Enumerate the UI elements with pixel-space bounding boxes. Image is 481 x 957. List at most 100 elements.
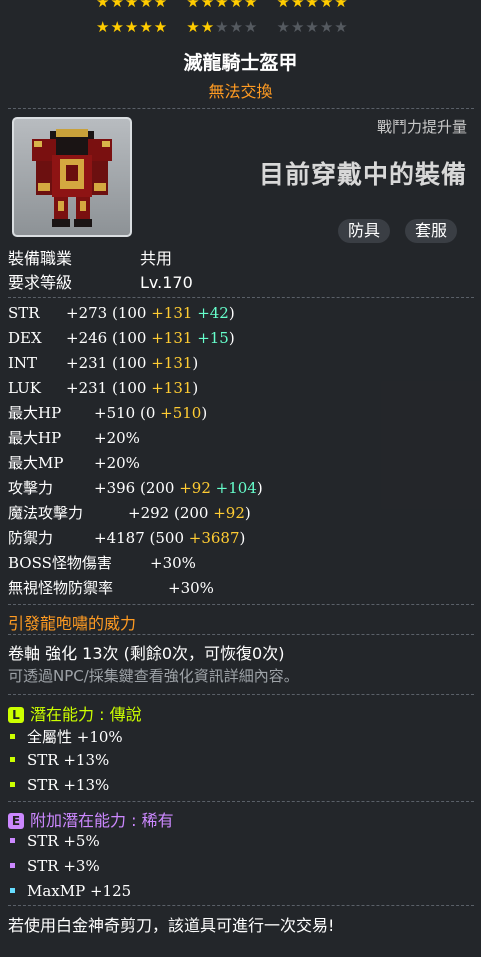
bullet-icon xyxy=(10,782,15,787)
stat-row: BOSS怪物傷害 +30% xyxy=(8,554,196,572)
star-group-empty: ★★★ xyxy=(215,18,259,36)
bonus-potential-header: E 附加潛在能力 : 稀有 xyxy=(8,807,174,831)
enhance-hint-text: 可透過NPC/採集鍵查看強化資訊詳細內容。 xyxy=(8,667,299,685)
stat-label: 無視怪物防禦率 xyxy=(8,579,114,597)
stat-close-paren: ) xyxy=(256,479,263,497)
stat-close-paren: ) xyxy=(228,304,235,322)
stat-value: +20% xyxy=(94,454,140,472)
job-label: 裝備職業 xyxy=(8,249,73,268)
stat-label: 攻擊力 xyxy=(8,479,54,497)
stat-row: 魔法攻擊力 +292 (200 +92) xyxy=(8,504,251,522)
stat-label: 最大HP xyxy=(8,404,62,422)
job-value: 共用 xyxy=(140,249,173,268)
stat-label: DEX xyxy=(8,329,42,347)
set-effect-text: 引發龍咆嘯的威力 xyxy=(8,614,137,633)
stat-row: 最大MP +20% xyxy=(8,454,140,472)
stat-label: LUK xyxy=(8,379,41,397)
star-group: ★★★★★ xyxy=(276,0,349,11)
stat-value: +30% xyxy=(150,554,196,572)
potential-line: STR +13% xyxy=(10,776,109,794)
stat-value: +231 (100 xyxy=(66,354,152,372)
stat-row: 攻擊力 +396 (200 +92 +104) xyxy=(8,479,263,497)
star-group: ★★★★★ xyxy=(96,0,169,11)
divider xyxy=(8,801,474,802)
stat-row: LUK +231 (100 +131) xyxy=(8,379,198,397)
stat-bonus-enhance: +42 xyxy=(192,304,229,322)
bonus-potential-line: STR +3% xyxy=(10,857,100,875)
trade-status: 無法交換 xyxy=(208,82,273,101)
stat-close-paren: ) xyxy=(192,354,199,372)
stat-label: BOSS怪物傷害 xyxy=(8,554,112,572)
star-group: ★★★★★ xyxy=(186,0,259,11)
stat-value: +510 (0 xyxy=(94,404,161,422)
category-tag-set: 套服 xyxy=(405,219,458,243)
item-name: 滅龍騎士盔甲 xyxy=(183,52,298,74)
divider xyxy=(8,694,474,695)
level-label: 要求等級 xyxy=(8,273,73,292)
bullet-icon xyxy=(10,757,15,762)
stat-close-paren: ) xyxy=(228,329,235,347)
combat-power-label: 戰鬥力提升量 xyxy=(376,118,467,136)
armor-icon xyxy=(32,129,112,227)
item-tooltip: ★★★★★ ★★★★★ ★★★★★ ★★★★★ ★★★★★ ★★★★★ 滅龍騎士盔甲 無… xyxy=(0,0,481,957)
stat-row: 無視怪物防禦率 +30% xyxy=(8,579,214,597)
divider xyxy=(8,634,474,635)
stat-row: 最大HP +510 (0 +510) xyxy=(8,404,207,422)
stat-row: DEX +246 (100 +131 +15) xyxy=(8,329,235,347)
stat-bonus-enhance: +15 xyxy=(192,329,229,347)
stat-value: +273 (100 xyxy=(66,304,152,322)
stat-bonus-flame: +92 xyxy=(213,504,245,522)
bullet-icon xyxy=(10,863,15,868)
divider xyxy=(8,108,474,109)
category-tag-armor: 防具 xyxy=(338,219,391,243)
stat-bonus-flame: +131 xyxy=(151,304,193,322)
stat-bonus-enhance: +104 xyxy=(210,479,257,497)
potential-line: STR +13% xyxy=(10,751,109,769)
stat-bonus-flame: +131 xyxy=(151,354,193,372)
legendary-grade-icon: L xyxy=(8,707,24,723)
stat-label: 防禦力 xyxy=(8,529,54,547)
stat-label: STR xyxy=(8,304,40,322)
divider xyxy=(8,905,474,906)
stat-value: +30% xyxy=(168,579,214,597)
stat-label: INT xyxy=(8,354,38,372)
currently-equipped-label: 目前穿戴中的裝備 xyxy=(258,160,467,189)
stat-bonus-flame: +510 xyxy=(160,404,202,422)
star-group-empty: ★★★★★ xyxy=(276,18,349,36)
stat-value: +246 (100 xyxy=(66,329,152,347)
item-icon-frame xyxy=(12,117,132,237)
star-group: ★★★★★ xyxy=(96,18,169,36)
bullet-icon xyxy=(10,888,15,893)
scroll-enhance-text: 卷軸 強化 13次 (剩餘0次，可恢復0次) xyxy=(8,644,285,663)
star-group-filled: ★★ xyxy=(186,18,216,36)
divider xyxy=(8,297,474,298)
stat-close-paren: ) xyxy=(192,379,199,397)
bonus-potential-line: STR +5% xyxy=(10,832,100,850)
stat-row: 最大HP +20% xyxy=(8,429,140,447)
star-force-row-1: ★★★★★ ★★★★★ ★★★★★ xyxy=(96,0,367,10)
stat-label: 魔法攻擊力 xyxy=(8,504,84,522)
stat-bonus-flame: +131 xyxy=(151,379,193,397)
level-value: Lv.170 xyxy=(140,273,193,292)
stat-bonus-flame: +131 xyxy=(151,329,193,347)
bullet-icon xyxy=(10,838,15,843)
stat-value: +20% xyxy=(94,429,140,447)
stat-value: +292 (200 xyxy=(128,504,214,522)
divider xyxy=(8,604,474,605)
stat-label: 最大HP xyxy=(8,429,62,447)
stat-close-paren: ) xyxy=(201,404,208,422)
stat-bonus-flame: +3687 xyxy=(188,529,240,547)
stat-close-paren: ) xyxy=(244,504,251,522)
potential-title: 潛在能力 : 傳說 xyxy=(30,705,142,724)
platinum-scissors-note: 若使用白金神奇剪刀，該道具可進行一次交易! xyxy=(8,916,335,935)
potential-line: 全屬性 +10% xyxy=(10,726,123,747)
stat-close-paren: ) xyxy=(239,529,246,547)
potential-header: L 潛在能力 : 傳說 xyxy=(8,701,142,725)
bullet-icon xyxy=(10,734,15,739)
stat-label: 最大MP xyxy=(8,454,64,472)
stat-row: STR +273 (100 +131 +42) xyxy=(8,304,235,322)
stat-row: 防禦力 +4187 (500 +3687) xyxy=(8,529,245,547)
stat-value: +4187 (500 xyxy=(94,529,189,547)
job-row: 裝備職業 共用 xyxy=(8,245,172,269)
star-force-row-2: ★★★★★ ★★★★★ ★★★★★ xyxy=(96,19,367,35)
